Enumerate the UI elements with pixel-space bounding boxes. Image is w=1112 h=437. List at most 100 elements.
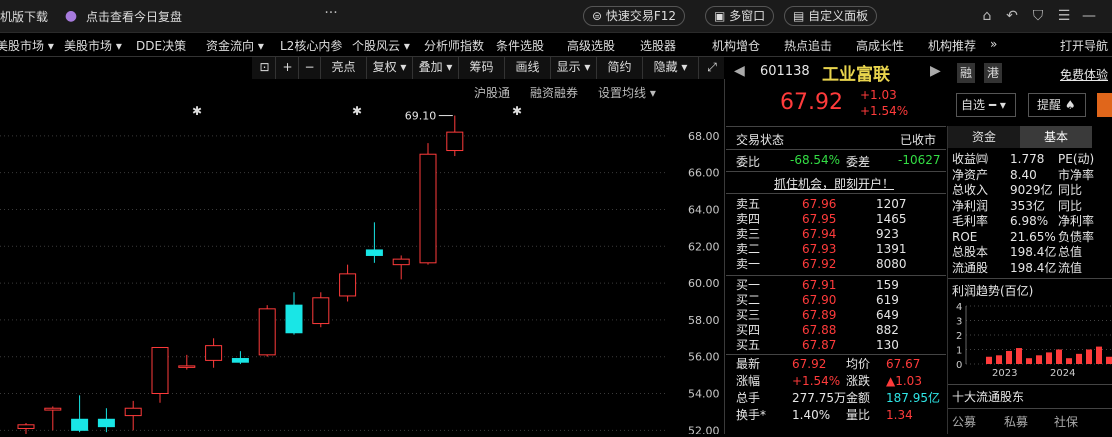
quick-trade-button[interactable]: ⊜ 快速交易F12	[583, 6, 686, 26]
fund-label2: 负债率	[1058, 229, 1095, 244]
menu-inst-rec[interactable]: 机构推荐	[928, 37, 976, 54]
menu-l2[interactable]: L2核心内参	[280, 37, 342, 54]
trade-button[interactable]	[1097, 93, 1112, 117]
book-label: 买四	[736, 323, 761, 337]
max-price-label: 69.10	[405, 110, 437, 123]
home-icon[interactable]: ⌂	[978, 7, 996, 25]
divider	[726, 354, 946, 355]
shirt-icon[interactable]: ⛉	[1029, 7, 1047, 25]
candle-body	[205, 345, 223, 361]
holder-tab-social[interactable]: 社保	[1054, 413, 1078, 430]
book-volume: 159	[876, 278, 899, 292]
overlay-dropdown[interactable]: 叠加 ▾	[413, 57, 459, 79]
holder-tab-private[interactable]: 私募	[1004, 413, 1028, 430]
fullscreen-icon[interactable]: ⤢	[701, 57, 723, 79]
book-volume: 1207	[876, 197, 907, 211]
profit-y-tick: 2	[956, 331, 962, 342]
menu-dde[interactable]: DDE决策	[136, 37, 186, 54]
y-tick-label: 66.00	[688, 167, 720, 180]
stat-value: 1.34	[886, 408, 913, 422]
menu-icon[interactable]: ☰	[1055, 7, 1073, 25]
highlight-button[interactable]: 亮点	[321, 57, 367, 79]
adjust-dropdown[interactable]: 复权 ▾	[367, 57, 413, 79]
fund-value: 6.98%	[1010, 214, 1049, 228]
back-icon[interactable]: ↶	[1003, 7, 1021, 25]
free-trial-link[interactable]: 免费体验	[1060, 66, 1108, 83]
kline-chart[interactable]: 68.00 66.00 64.00 62.00 60.00 58.00 56.00 54.00…	[0, 79, 725, 437]
current-price: 67.92	[780, 90, 843, 115]
menu-hk-market[interactable]: 美股市场 ▾	[0, 37, 54, 54]
weicha-value: -10627	[898, 153, 941, 167]
prev-stock-icon[interactable]: ◀	[734, 63, 745, 79]
simple-button[interactable]: 简约	[597, 57, 643, 79]
star-marker: ✱	[192, 104, 202, 118]
margin-tag[interactable]: 融	[957, 63, 975, 83]
review-link[interactable]: 点击查看今日复盘	[86, 8, 182, 25]
profit-bar	[1096, 346, 1102, 364]
candle-body	[312, 297, 330, 325]
menu-fund-flow[interactable]: 资金流向 ▾	[206, 37, 264, 54]
profit-y-tick: 4	[956, 302, 962, 313]
candle-body	[17, 424, 35, 429]
dots-icon[interactable]: ···	[322, 4, 340, 22]
hide-dropdown[interactable]: 隐藏 ▾	[643, 57, 699, 79]
trade-icon: ⊜	[592, 9, 606, 23]
tab-fund-flow[interactable]: 资金	[948, 126, 1020, 148]
profit-bar	[1086, 349, 1092, 364]
menu-advanced[interactable]: 高级选股	[567, 37, 615, 54]
fundamentals-table: 收益㈣ 1.778 PE(动) 净资产 8.40 市净率 总收入 9029亿 同比 净利润 353亿…	[952, 152, 1112, 276]
book-volume: 882	[876, 323, 899, 337]
stat-label: 金额	[846, 391, 871, 405]
menu-stock-news[interactable]: 个股风云 ▾	[352, 37, 410, 54]
fund-label: 收益㈣	[952, 152, 989, 166]
candle-body	[258, 308, 276, 356]
trade-status-value: 已收市	[900, 133, 937, 147]
next-stock-icon[interactable]: ▶	[930, 63, 941, 79]
display-dropdown[interactable]: 显示 ▾	[551, 57, 597, 79]
candle-body	[124, 407, 142, 417]
custom-panel-button[interactable]: ▤ 自定义面板	[784, 6, 878, 26]
fund-label: ROE	[952, 229, 978, 244]
bid-book: 买一 67.91 159 买二 67.90 619 买三 67.89 649 买四 67.88 882…	[736, 278, 946, 354]
menu-condition[interactable]: 条件选股	[496, 37, 544, 54]
star-marker: ✱	[352, 104, 362, 118]
zoom-in-icon[interactable]: +	[277, 57, 299, 79]
chips-button[interactable]: 筹码	[459, 57, 505, 79]
stat-value: 277.75万	[792, 391, 846, 405]
book-volume: 923	[876, 227, 899, 241]
menu-us-market[interactable]: 美股市场 ▾	[64, 37, 122, 54]
menu-analyst[interactable]: 分析师指数	[424, 37, 484, 54]
add-watchlist-button[interactable]: 自选 ━ ▾	[956, 93, 1016, 117]
hk-tag[interactable]: 港	[984, 63, 1002, 83]
profit-trend-chart: 4 3 2 1 0 2023 2024	[956, 302, 1112, 379]
profit-y-tick: 1	[956, 346, 962, 357]
menu-open-nav[interactable]: 打开导航	[1060, 37, 1108, 54]
download-link[interactable]: 机版下载	[0, 8, 48, 25]
holder-tab-public[interactable]: 公募	[952, 413, 976, 430]
minimize-icon[interactable]: —	[1080, 7, 1098, 25]
fund-label: 流通股	[952, 260, 989, 275]
candle-body	[446, 131, 464, 152]
zoom-out-icon[interactable]: −	[299, 57, 321, 79]
candle-body	[71, 418, 89, 431]
menu-selector[interactable]: 选股器	[640, 37, 676, 54]
kline-svg[interactable]: 68.00 66.00 64.00 62.00 60.00 58.00 56.00 54.00…	[0, 79, 725, 437]
candle-body	[178, 365, 196, 368]
book-label: 卖一	[736, 257, 761, 271]
stat-value: 67.67	[886, 357, 921, 371]
tab-basic[interactable]: 基本	[1020, 126, 1092, 148]
menu-more[interactable]: »	[990, 37, 997, 51]
profit-bar	[1056, 349, 1062, 364]
menu-hotspot[interactable]: 热点追击	[784, 37, 832, 54]
price-change: +1.03	[860, 88, 897, 102]
menu-growth[interactable]: 高成长性	[856, 37, 904, 54]
multi-window-button[interactable]: ▣ 多窗口	[705, 6, 775, 26]
weibi-value: -68.54%	[790, 153, 841, 167]
open-account-promo[interactable]: 抓住机会，即刻开户！	[774, 175, 894, 192]
lock-icon[interactable]: ⊡	[254, 57, 276, 79]
draw-line-button[interactable]: 画线	[505, 57, 551, 79]
remind-button[interactable]: 提醒 ♠	[1028, 93, 1086, 117]
profit-bar	[1106, 356, 1112, 364]
menu-inst-add[interactable]: 机构增仓	[712, 37, 760, 54]
profit-bar	[1046, 352, 1052, 364]
